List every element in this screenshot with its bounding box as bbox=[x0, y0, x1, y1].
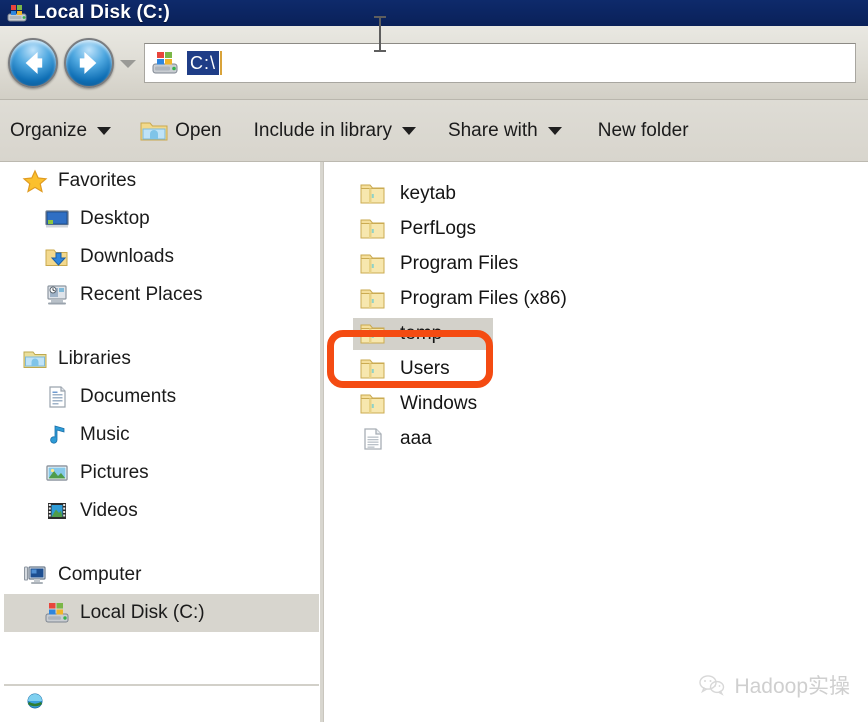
file-name: Windows bbox=[400, 392, 478, 414]
downloads-icon bbox=[44, 245, 70, 269]
sidebar-item-videos[interactable]: Videos bbox=[4, 492, 319, 530]
list-item[interactable]: Program Files (x86) bbox=[325, 281, 868, 316]
videos-icon bbox=[44, 499, 70, 523]
forward-button[interactable] bbox=[64, 38, 114, 88]
sidebar-item-label: Documents bbox=[80, 386, 177, 407]
wechat-icon bbox=[698, 673, 726, 697]
chevron-down-icon bbox=[547, 126, 562, 135]
documents-icon bbox=[44, 385, 70, 409]
navigation-pane-overflow[interactable] bbox=[4, 684, 319, 722]
list-item[interactable]: PerfLogs bbox=[325, 211, 868, 246]
folder-open-icon bbox=[139, 118, 169, 144]
sidebar-item-recent-places[interactable]: Recent Places bbox=[4, 276, 319, 314]
sidebar-item-label: Downloads bbox=[80, 246, 174, 267]
folder-icon bbox=[359, 216, 387, 242]
list-item-temp[interactable]: temp bbox=[325, 316, 868, 351]
text-caret bbox=[220, 51, 223, 75]
sidebar-divider bbox=[4, 314, 319, 340]
sidebar-item-music[interactable]: Music bbox=[4, 416, 319, 454]
sidebar-item-desktop[interactable]: Desktop bbox=[4, 200, 319, 238]
content-area: Favorites Desktop Downloads Recent Place… bbox=[0, 162, 868, 722]
file-name: aaa bbox=[400, 427, 432, 449]
include-in-library-label: Include in library bbox=[253, 119, 392, 141]
sidebar-item-label: Recent Places bbox=[80, 284, 203, 305]
sidebar-group-libraries[interactable]: Libraries bbox=[4, 340, 319, 378]
open-label: Open bbox=[175, 119, 222, 141]
sidebar-item-label: Music bbox=[80, 424, 130, 445]
file-name: Users bbox=[400, 357, 450, 379]
list-item[interactable]: Users bbox=[325, 351, 868, 386]
watermark-text: Hadoop实操 bbox=[734, 675, 850, 698]
navigation-bar: C:\ bbox=[0, 26, 868, 100]
include-in-library-button[interactable]: Include in library bbox=[232, 100, 426, 161]
share-with-label: Share with bbox=[447, 119, 538, 141]
computer-icon bbox=[22, 563, 48, 587]
pictures-icon bbox=[44, 461, 70, 485]
folder-icon bbox=[359, 391, 387, 417]
sidebar-group-favorites[interactable]: Favorites bbox=[4, 162, 319, 200]
network-icon bbox=[22, 693, 48, 717]
sidebar-item-label: Local Disk (C:) bbox=[80, 602, 205, 623]
sidebar-item-label: Desktop bbox=[80, 208, 150, 229]
file-name: Program Files bbox=[400, 252, 519, 274]
folder-icon bbox=[359, 286, 387, 312]
address-bar[interactable]: C:\ bbox=[144, 43, 856, 83]
list-item[interactable]: Windows bbox=[325, 386, 868, 421]
file-list-pane[interactable]: keytab PerfLogs Program Files Program Fi… bbox=[325, 162, 868, 722]
new-folder-button[interactable]: New folder bbox=[572, 100, 699, 161]
title-bar: Local Disk (C:) bbox=[0, 0, 868, 26]
sidebar-item-documents[interactable]: Documents bbox=[4, 378, 319, 416]
local-disk-icon bbox=[6, 3, 28, 23]
local-disk-icon bbox=[151, 50, 179, 76]
address-input[interactable]: C:\ bbox=[187, 51, 220, 75]
sidebar-item-label: Pictures bbox=[80, 462, 149, 483]
text-file-icon bbox=[359, 426, 387, 452]
open-button[interactable]: Open bbox=[121, 100, 231, 161]
chevron-down-icon bbox=[401, 126, 416, 135]
window-title: Local Disk (C:) bbox=[34, 2, 171, 23]
list-item[interactable]: aaa bbox=[325, 421, 868, 456]
folder-icon bbox=[359, 321, 387, 347]
new-folder-label: New folder bbox=[597, 119, 689, 141]
sidebar-item-downloads[interactable]: Downloads bbox=[4, 238, 319, 276]
recent-places-icon bbox=[44, 283, 70, 307]
folder-icon bbox=[359, 356, 387, 382]
music-icon bbox=[44, 423, 70, 447]
file-name: Program Files (x86) bbox=[400, 287, 567, 309]
watermark: Hadoop实操 bbox=[698, 670, 850, 700]
folder-icon bbox=[359, 181, 387, 207]
sidebar-group-network[interactable] bbox=[4, 686, 319, 722]
sidebar-group-label: Favorites bbox=[58, 170, 137, 191]
recent-pages-dropdown-icon[interactable] bbox=[116, 40, 138, 86]
sidebar-group-computer[interactable]: Computer bbox=[4, 556, 319, 594]
folder-icon bbox=[359, 251, 387, 277]
sidebar-group-label: Computer bbox=[58, 564, 142, 585]
sidebar-item-local-disk-c[interactable]: Local Disk (C:) bbox=[4, 594, 319, 632]
navigation-pane[interactable]: Favorites Desktop Downloads Recent Place… bbox=[4, 162, 319, 684]
sidebar-item-label: Videos bbox=[80, 500, 138, 521]
back-button[interactable] bbox=[8, 38, 58, 88]
list-item[interactable]: keytab bbox=[325, 176, 868, 211]
chevron-down-icon bbox=[97, 126, 112, 135]
organize-button[interactable]: Organize bbox=[0, 100, 121, 161]
command-toolbar: Organize Open Include in library Share w… bbox=[0, 100, 868, 162]
sidebar-item-pictures[interactable]: Pictures bbox=[4, 454, 319, 492]
text-cursor-ibeam bbox=[374, 14, 386, 54]
share-with-button[interactable]: Share with bbox=[426, 100, 572, 161]
sidebar-group-label: Libraries bbox=[58, 348, 131, 369]
list-item[interactable]: Program Files bbox=[325, 246, 868, 281]
local-disk-icon bbox=[44, 601, 70, 625]
explorer-window: Local Disk (C:) C:\ Organize Open Includ… bbox=[0, 0, 868, 722]
libraries-icon bbox=[22, 347, 48, 371]
pane-splitter[interactable] bbox=[319, 162, 324, 722]
organize-label: Organize bbox=[10, 119, 88, 141]
file-name: PerfLogs bbox=[400, 217, 477, 239]
file-name: keytab bbox=[400, 182, 456, 204]
file-name: temp bbox=[396, 321, 447, 346]
star-icon bbox=[22, 169, 48, 193]
desktop-icon bbox=[44, 207, 70, 231]
sidebar-divider bbox=[4, 530, 319, 556]
